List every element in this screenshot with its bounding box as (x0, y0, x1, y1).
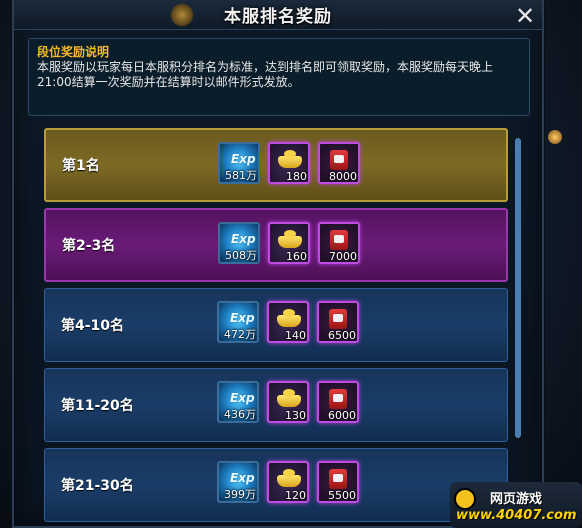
logo-url: www.40407.com (456, 508, 577, 523)
exp-icon[interactable]: Exp 581万 (218, 142, 260, 184)
exp-amount: 581万 (225, 169, 257, 182)
scrollbar[interactable] (515, 138, 521, 438)
exp-amount: 399万 (224, 488, 256, 501)
reward-info-box: 段位奖励说明 本服奖励以玩家每日本服积分排名为标准，达到排名即可领取奖励，本服奖… (28, 38, 530, 116)
box-amount: 6500 (328, 329, 356, 342)
exp-glyph: Exp (230, 391, 255, 405)
dialog-title: 本服排名奖励 (224, 7, 332, 27)
reward-row-rank-1: 第1名 Exp 581万 180 8000 (44, 128, 508, 202)
lantern-icon (548, 130, 562, 144)
exp-glyph: Exp (231, 232, 256, 246)
gold-ingot-icon[interactable]: 130 (267, 381, 309, 423)
red-gift-box-icon[interactable]: 6000 (317, 381, 359, 423)
ingot-amount: 130 (285, 409, 306, 422)
exp-glyph: Exp (231, 152, 256, 166)
rank-label: 第21-30名 (61, 478, 134, 494)
gold-ingot-icon[interactable]: 140 (267, 301, 309, 343)
red-gift-box-icon[interactable]: 6500 (317, 301, 359, 343)
info-description: 本服奖励以玩家每日本服积分排名为标准，达到排名即可领取奖励，本服奖励每天晚上21… (37, 60, 494, 89)
exp-icon[interactable]: Exp 399万 (217, 461, 259, 503)
close-button[interactable]: ✕ (512, 3, 538, 29)
mascot-icon (454, 488, 476, 510)
red-gift-box-icon[interactable]: 8000 (318, 142, 360, 184)
reward-row-rank-2-3: 第2-3名 Exp 508万 160 7000 (44, 208, 508, 282)
ingot-amount: 140 (285, 329, 306, 342)
site-logo: 网页游戏 www.40407.com (450, 482, 582, 528)
emblem-icon (170, 3, 194, 27)
info-title: 段位奖励说明 (37, 45, 110, 59)
rank-label: 第1名 (62, 158, 100, 174)
exp-icon[interactable]: Exp 436万 (217, 381, 259, 423)
gold-ingot-icon[interactable]: 160 (268, 222, 310, 264)
exp-amount: 508万 (225, 249, 257, 262)
red-gift-box-icon[interactable]: 5500 (317, 461, 359, 503)
rank-label: 第11-20名 (61, 398, 134, 414)
exp-glyph: Exp (230, 471, 255, 485)
exp-icon[interactable]: Exp 508万 (218, 222, 260, 264)
reward-row-rank-21-30: 第21-30名 Exp 399万 120 5500 (44, 448, 508, 522)
reward-row-rank-4-10: 第4-10名 Exp 472万 140 6500 (44, 288, 508, 362)
exp-amount: 436万 (224, 408, 256, 421)
ingot-amount: 120 (285, 489, 306, 502)
exp-amount: 472万 (224, 328, 256, 341)
reward-row-rank-11-20: 第11-20名 Exp 436万 130 6000 (44, 368, 508, 442)
ingot-amount: 180 (286, 170, 307, 183)
rank-label: 第4-10名 (61, 318, 125, 334)
exp-glyph: Exp (230, 311, 255, 325)
reward-list: 第1名 Exp 581万 180 8000 第2-3名 Exp 508万 160… (44, 128, 510, 528)
box-amount: 6000 (328, 409, 356, 422)
gold-ingot-icon[interactable]: 120 (267, 461, 309, 503)
title-bar: 本服排名奖励 (14, 0, 542, 30)
rank-label: 第2-3名 (62, 238, 116, 254)
exp-icon[interactable]: Exp 472万 (217, 301, 259, 343)
box-amount: 7000 (329, 250, 357, 263)
red-gift-box-icon[interactable]: 7000 (318, 222, 360, 264)
box-amount: 5500 (328, 489, 356, 502)
gold-ingot-icon[interactable]: 180 (268, 142, 310, 184)
ingot-amount: 160 (286, 250, 307, 263)
box-amount: 8000 (329, 170, 357, 183)
logo-title: 网页游戏 (490, 492, 543, 507)
